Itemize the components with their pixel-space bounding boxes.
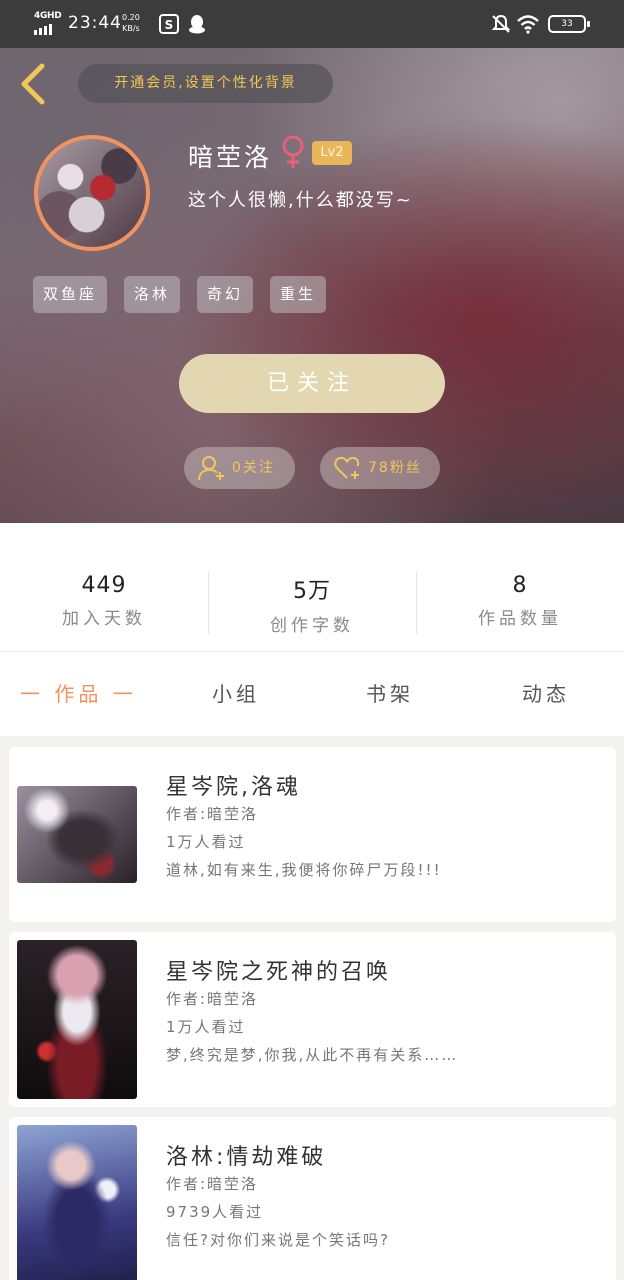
wifi-icon xyxy=(517,15,539,34)
tag-item[interactable]: 重生 xyxy=(270,276,327,313)
avatar[interactable] xyxy=(34,135,150,251)
work-author: 作者:暗茔洛 xyxy=(166,805,259,823)
work-title[interactable]: 星岑院,洛魂 xyxy=(166,769,301,801)
level-badge: Lv2 xyxy=(312,141,352,165)
female-gender-icon xyxy=(282,135,304,168)
network-speed: 0.20 KB/s xyxy=(122,13,140,33)
work-summary: 梦,终究是梦,你我,从此不再有关系…… xyxy=(166,1046,459,1064)
tag-item[interactable]: 洛林 xyxy=(124,276,181,313)
signal-icon: 4GHD xyxy=(34,11,64,35)
fans-count: 78粉丝 xyxy=(368,460,422,476)
mute-notification-icon xyxy=(491,14,511,33)
battery-icon: 33 xyxy=(548,15,590,33)
add-user-icon xyxy=(198,456,224,481)
followed-button[interactable]: 已关注 xyxy=(179,354,445,413)
work-summary: 道林,如有来生,我便将你碎尸万段!!! xyxy=(166,861,442,879)
tab-bookshelf[interactable]: 书架 xyxy=(366,678,414,707)
work-author: 作者:暗茔洛 xyxy=(166,990,259,1008)
tab-activity[interactable]: 动态 xyxy=(522,678,570,707)
work-cover[interactable] xyxy=(17,940,137,1099)
stat-works-count: 8 作品数量 xyxy=(478,573,562,629)
back-button[interactable] xyxy=(14,60,54,108)
list-item[interactable]: 洛林:情劫难破 作者:暗茔洛 9739人看过 信任?对你们来说是个笑话吗? xyxy=(9,1117,616,1280)
tab-works[interactable]: 一 作品 一 xyxy=(20,678,137,707)
profile-tabs: 一 作品 一 小组 书架 动态 xyxy=(0,652,624,736)
work-cover[interactable] xyxy=(17,786,137,883)
tab-groups[interactable]: 小组 xyxy=(212,678,260,707)
tag-item[interactable]: 双鱼座 xyxy=(33,276,108,313)
work-summary: 信任?对你们来说是个笑话吗? xyxy=(166,1231,390,1249)
following-button[interactable]: 0关注 xyxy=(184,447,295,489)
following-count: 0关注 xyxy=(232,460,275,476)
status-time: 23:44 xyxy=(68,13,122,33)
username: 暗茔洛 xyxy=(188,143,273,172)
work-title[interactable]: 星岑院之死神的召唤 xyxy=(166,954,391,986)
stat-join-days: 449 加入天数 xyxy=(62,573,146,629)
app-notification-icon: S xyxy=(159,14,179,34)
work-views: 9739人看过 xyxy=(166,1203,264,1221)
svg-text:S: S xyxy=(165,18,174,32)
work-views: 1万人看过 xyxy=(166,833,246,851)
fans-button[interactable]: 78粉丝 xyxy=(320,447,440,489)
work-author: 作者:暗茔洛 xyxy=(166,1175,259,1193)
work-views: 1万人看过 xyxy=(166,1018,246,1036)
vip-background-banner[interactable]: 开通会员,设置个性化背景 xyxy=(78,64,333,103)
list-item[interactable]: 星岑院之死神的召唤 作者:暗茔洛 1万人看过 梦,终究是梦,你我,从此不再有关系… xyxy=(9,932,616,1107)
profile-stats: 449 加入天数 5万 创作字数 8 作品数量 xyxy=(0,523,624,652)
status-bar: 4GHD 23:44 0.20 KB/s S 33 xyxy=(0,0,624,48)
user-bio: 这个人很懒,什么都没写~ xyxy=(188,190,413,211)
stat-word-count: 5万 创作字数 xyxy=(270,579,354,636)
qq-icon xyxy=(189,15,205,34)
work-cover[interactable] xyxy=(17,1125,137,1280)
list-item[interactable]: 星岑院,洛魂 作者:暗茔洛 1万人看过 道林,如有来生,我便将你碎尸万段!!! xyxy=(9,747,616,922)
tag-item[interactable]: 奇幻 xyxy=(197,276,254,313)
heart-icon xyxy=(334,456,360,479)
user-tags: 双鱼座 洛林 奇幻 重生 xyxy=(33,276,343,313)
profile-header: 4GHD 23:44 0.20 KB/s S 33 开通会员,设置个性化背景 暗… xyxy=(0,0,624,523)
work-title[interactable]: 洛林:情劫难破 xyxy=(166,1139,326,1171)
